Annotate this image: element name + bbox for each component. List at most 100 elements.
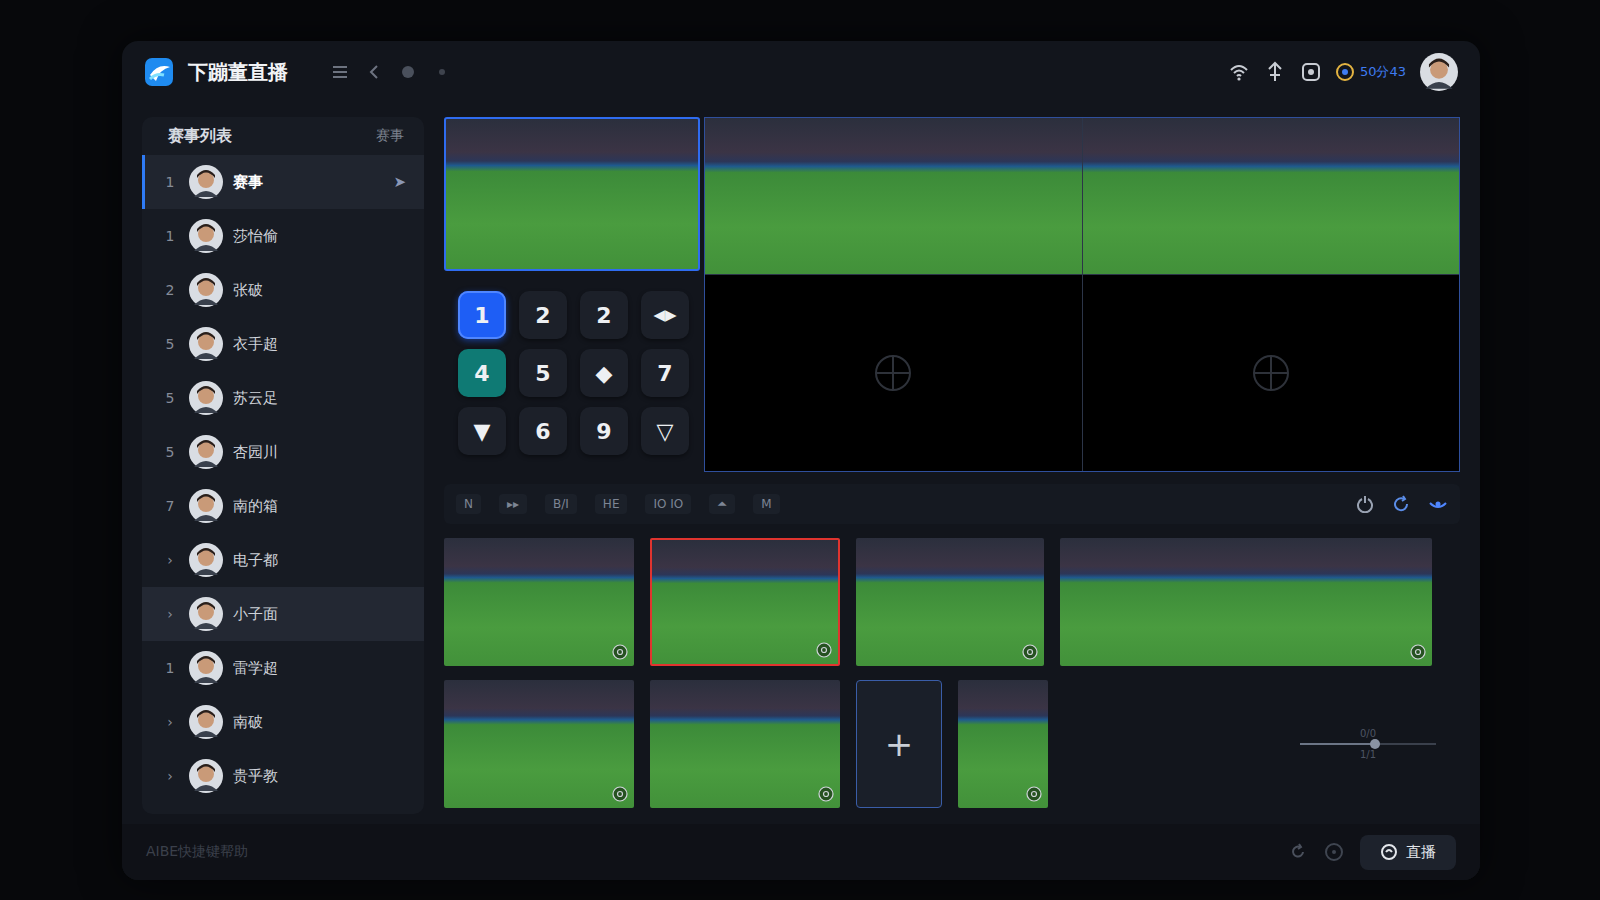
user-avatar-icon[interactable] xyxy=(1420,53,1458,91)
keypad-key[interactable]: 2 xyxy=(519,291,567,339)
toolbar-button[interactable]: HE xyxy=(595,494,628,514)
sync-icon[interactable] xyxy=(1288,842,1308,862)
item-index: 5 xyxy=(161,390,179,406)
keypad-key[interactable]: ▽ xyxy=(641,407,689,455)
sidebar-item[interactable]: ›南破 xyxy=(142,695,424,749)
sidebar-item[interactable]: 5 苏云足 xyxy=(142,371,424,425)
multiview-video[interactable] xyxy=(705,118,1082,274)
camera-badge-icon xyxy=(1026,786,1042,802)
back-icon[interactable] xyxy=(364,62,384,82)
toolbar-button[interactable]: ⏶ xyxy=(709,494,735,514)
slider-knob[interactable] xyxy=(1370,739,1380,749)
key-label: 5 xyxy=(535,361,550,386)
keypad-key[interactable]: 2 xyxy=(580,291,628,339)
avatar-icon xyxy=(189,759,223,793)
settings-icon[interactable] xyxy=(1324,842,1344,862)
sidebar-item[interactable]: ›小子面 xyxy=(142,587,424,641)
avatar-icon xyxy=(189,597,223,631)
add-source-button[interactable]: + xyxy=(856,680,942,808)
item-name: 杏园川 xyxy=(233,443,406,462)
dot-icon[interactable] xyxy=(432,62,452,82)
add-source-icon[interactable] xyxy=(1251,353,1291,393)
key-label: 6 xyxy=(535,419,550,444)
source-thumbnail[interactable] xyxy=(444,680,634,808)
avatar-icon xyxy=(189,327,223,361)
item-name: 贵乎教 xyxy=(233,767,406,786)
key-label: 2 xyxy=(535,303,550,328)
add-source-icon[interactable] xyxy=(873,353,913,393)
share-icon[interactable] xyxy=(1264,61,1286,83)
sidebar-item[interactable]: › 贵乎教 xyxy=(142,749,424,803)
source-thumbnail[interactable] xyxy=(650,680,840,808)
item-index: › xyxy=(161,714,179,730)
toolbar-button[interactable]: M xyxy=(753,494,779,514)
record-icon[interactable] xyxy=(398,62,418,82)
sidebar-item[interactable]: 5衣手超 xyxy=(142,317,424,371)
avatar-icon xyxy=(189,705,223,739)
source-thumbnail[interactable] xyxy=(958,680,1048,808)
slider-track[interactable] xyxy=(1300,743,1436,745)
key-label: ◆ xyxy=(596,361,613,386)
zoom-slider: 0/01/1 xyxy=(1064,680,1460,808)
avatar-icon xyxy=(189,219,223,253)
status-text: 50分43 xyxy=(1360,63,1406,81)
view-icon[interactable] xyxy=(1428,495,1448,513)
sidebar-item[interactable]: 2张破 xyxy=(142,263,424,317)
toolbar-button[interactable]: N xyxy=(456,494,481,514)
item-index: › xyxy=(161,768,179,784)
toolbar-button[interactable]: ▸▸ xyxy=(499,494,527,514)
sidebar-item[interactable]: 1赛事➤ xyxy=(142,155,424,209)
keypad-key[interactable]: ▼ xyxy=(458,407,506,455)
avatar-icon xyxy=(189,165,223,199)
match-list-title: 赛事列表 xyxy=(168,126,232,147)
item-name: 苏云足 xyxy=(233,389,406,408)
sidebar-item[interactable]: 5杏园川 xyxy=(142,425,424,479)
item-name: 南的箱 xyxy=(233,497,406,516)
camera-icon[interactable] xyxy=(1300,61,1322,83)
empty-slot[interactable] xyxy=(705,275,1082,471)
source-thumbnail[interactable] xyxy=(444,538,634,666)
source-thumbnail[interactable] xyxy=(856,538,1044,666)
keypad-key[interactable]: 4 xyxy=(458,349,506,397)
menu-icon[interactable] xyxy=(330,62,350,82)
sidebar-item[interactable]: 1 莎怡偷 xyxy=(142,209,424,263)
main-panel: 1 2 2 ◀▶ 4 5 ◆ 7 ▼ 6 9 ▽ N ▸▸ B/I HE IO IO ⏶ M +0/01/1 xyxy=(444,117,1460,814)
go-live-button[interactable]: 直播 xyxy=(1360,835,1456,870)
avatar-icon xyxy=(189,651,223,685)
power-icon[interactable] xyxy=(1356,495,1374,513)
item-name: 赛事 xyxy=(233,173,383,192)
sidebar-item[interactable]: 7 南的箱 xyxy=(142,479,424,533)
item-name: 衣手超 xyxy=(233,335,406,354)
camera-badge-icon xyxy=(818,786,834,802)
source-thumbnail[interactable] xyxy=(650,538,840,666)
toolbar-button[interactable]: IO IO xyxy=(645,494,691,514)
keypad-key[interactable]: 7 xyxy=(641,349,689,397)
camera-badge-icon xyxy=(612,786,628,802)
keypad-key[interactable]: 6 xyxy=(519,407,567,455)
app-title: 下蹦董直播 xyxy=(188,59,288,86)
camera-badge-icon xyxy=(612,644,628,660)
content-area: 赛事列表赛事1赛事➤1莎怡偷2张破5衣手超5苏云足5杏园川7南的箱›电子都›小子… xyxy=(122,103,1480,824)
empty-slot[interactable] xyxy=(1083,275,1460,471)
item-index: 7 xyxy=(161,498,179,514)
keypad-key[interactable]: 9 xyxy=(580,407,628,455)
wifi-icon[interactable] xyxy=(1228,61,1250,83)
sidebar-item[interactable]: 1雷学超 xyxy=(142,641,424,695)
toolbar-button[interactable]: B/I xyxy=(545,494,577,514)
item-index: 1 xyxy=(161,228,179,244)
source-thumbnail[interactable] xyxy=(1060,538,1432,666)
match-list-header: 赛事列表 赛事 xyxy=(142,117,424,155)
preview-video[interactable] xyxy=(444,117,700,271)
keypad-key[interactable]: ◀▶ xyxy=(641,291,689,339)
item-name: 电子都 xyxy=(233,551,406,570)
keypad-key[interactable]: 1 xyxy=(458,291,506,339)
match-list-action[interactable]: 赛事 xyxy=(376,127,404,145)
sidebar-item[interactable]: ›电子都 xyxy=(142,533,424,587)
item-name: 莎怡偷 xyxy=(233,227,406,246)
item-index: 1 xyxy=(161,174,179,190)
multiview-video[interactable] xyxy=(1083,118,1460,274)
keypad-key[interactable]: ◆ xyxy=(580,349,628,397)
refresh-icon[interactable] xyxy=(1392,495,1410,513)
item-index: › xyxy=(161,606,179,622)
keypad-key[interactable]: 5 xyxy=(519,349,567,397)
